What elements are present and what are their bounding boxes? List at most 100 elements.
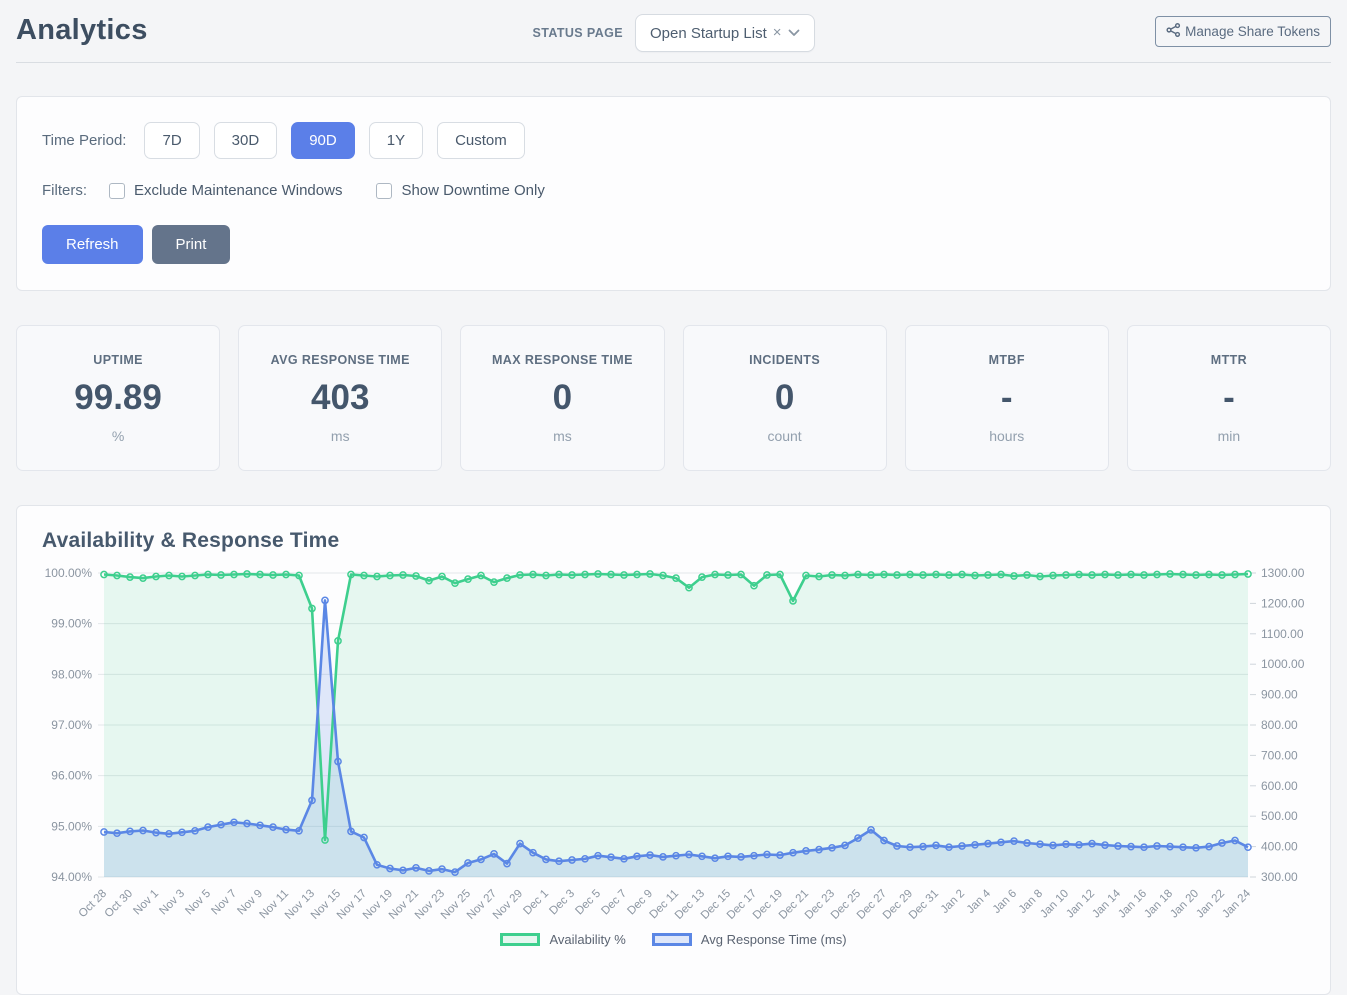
app-header: Analytics STATUS PAGE Open Startup List … — [16, 0, 1331, 63]
stat-value: 0 — [553, 378, 572, 418]
x-axis-label: Jan 24 — [1220, 887, 1253, 920]
time-period-label: Time Period: — [42, 132, 126, 149]
status-page-selected-value: Open Startup List — [650, 25, 767, 42]
x-axis-label: Dec 7 — [599, 888, 629, 918]
right-axis-tick-label: 900.00 — [1261, 688, 1298, 702]
stat-card-mttr: MTTR-min — [1127, 325, 1331, 471]
x-axis-label: Dec 1 — [521, 888, 551, 918]
checkbox[interactable] — [109, 183, 125, 199]
right-axis-tick-label: 1100.00 — [1261, 627, 1304, 641]
x-axis-label: Nov 29 — [491, 888, 525, 922]
filter-checkbox-group-1[interactable]: Show Downtime Only — [376, 182, 544, 199]
time-period-button-1y[interactable]: 1Y — [369, 122, 423, 159]
chevron-down-icon[interactable] — [788, 24, 800, 42]
legend-label: Availability % — [549, 932, 625, 947]
legend-label: Avg Response Time (ms) — [701, 932, 847, 947]
left-axis-tick-label: 100.00% — [45, 566, 93, 580]
x-axis-label: Dec 3 — [547, 888, 577, 918]
filters-panel: Time Period: 7D 30D 90D 1Y Custom Filters: E… — [16, 96, 1331, 291]
stats-row: UPTIME99.89%AVG RESPONSE TIME403msMAX RE… — [16, 325, 1331, 471]
time-period-row: Time Period: 7D 30D 90D 1Y Custom — [42, 122, 1305, 159]
actions-row: Refresh Print — [42, 225, 1305, 264]
stat-card-max-response-time: MAX RESPONSE TIME 0 ms — [460, 325, 664, 471]
x-axis-label: Nov 5 — [183, 888, 213, 918]
stat-unit: min — [1218, 428, 1241, 444]
refresh-button[interactable]: Refresh — [42, 225, 143, 264]
right-axis-tick-label: 1200.00 — [1261, 596, 1305, 610]
x-axis-label: Jan 6 — [991, 888, 1019, 916]
x-axis-label: Jan 16 — [1116, 888, 1149, 921]
x-axis-label: Dec 31 — [907, 888, 941, 922]
stat-card-avg-response-time: AVG RESPONSE TIME 403 ms — [238, 325, 442, 471]
x-axis-label: Nov 7 — [209, 888, 239, 918]
right-axis-tick-label: 300.00 — [1261, 870, 1298, 884]
stat-label: MTTR — [1211, 353, 1247, 367]
legend-item-response-time[interactable]: Avg Response Time (ms) — [652, 932, 847, 947]
print-button[interactable]: Print — [152, 225, 231, 264]
checkbox[interactable] — [376, 183, 392, 199]
stat-value: 0 — [775, 378, 794, 418]
stat-unit: ms — [331, 428, 350, 444]
left-axis-tick-label: 94.00% — [51, 870, 92, 884]
x-axis-label: Nov 3 — [157, 888, 187, 918]
stat-card-uptime: UPTIME 99.89% — [16, 325, 220, 471]
x-axis-label: Jan 12 — [1064, 888, 1097, 921]
legend-swatch — [652, 933, 692, 946]
status-page-label: STATUS PAGE — [533, 26, 624, 40]
stat-card-incidents: INCIDENTS 0 count — [683, 325, 887, 471]
time-period-button-30d[interactable]: 30D — [214, 122, 278, 159]
x-axis-label: Oct 28 — [77, 888, 109, 920]
stat-value: 99.89 — [74, 378, 162, 418]
x-axis-label: Jan 2 — [939, 888, 967, 916]
x-axis-label: Jan 18 — [1142, 888, 1175, 921]
chart-card: Availability & Response Time 100.00% 99.0… — [16, 505, 1331, 995]
left-axis-tick-label: 95.00% — [51, 819, 92, 833]
x-axis-label: Nov 1 — [131, 888, 161, 918]
time-period-button-7d[interactable]: 7D — [144, 122, 199, 159]
time-period-button-90d[interactable]: 90D — [291, 122, 355, 159]
right-axis-tick-label: 1000.00 — [1261, 657, 1305, 671]
stat-value: 403 — [311, 378, 369, 418]
clear-selection-icon[interactable]: × — [773, 28, 782, 38]
page-title: Analytics — [16, 10, 533, 47]
x-axis-label: Dec 5 — [573, 888, 603, 918]
stat-unit: ms — [553, 428, 572, 444]
stat-label: UPTIME — [93, 353, 143, 367]
x-axis-label: Jan 10 — [1038, 888, 1071, 921]
status-page-select[interactable]: Open Startup List × — [635, 14, 815, 52]
checkbox-label: Show Downtime Only — [401, 182, 544, 199]
stat-unit: count — [767, 428, 801, 444]
stat-label: INCIDENTS — [749, 353, 820, 367]
x-axis-label: Jan 20 — [1168, 888, 1201, 921]
chart-legend: Availability % Avg Response Time (ms) — [42, 932, 1305, 947]
x-axis-label: Jan 22 — [1194, 888, 1227, 921]
stat-unit: hours — [989, 428, 1024, 444]
chart-title: Availability & Response Time — [42, 529, 1305, 553]
chart-area: 100.00% 99.00% 98.00% 97.00% 96.00% 95.00% 94.… — [42, 561, 1305, 928]
checkbox-label: Exclude Maintenance Windows — [134, 182, 342, 199]
share-icon — [1166, 23, 1181, 40]
manage-share-tokens-button[interactable]: Manage Share Tokens — [1155, 16, 1331, 47]
x-axis-label: Oct 30 — [103, 888, 135, 920]
stat-label: MTBF — [989, 353, 1025, 367]
right-axis-tick-label: 800.00 — [1261, 718, 1298, 732]
right-axis-tick-label: 400.00 — [1261, 840, 1298, 854]
stat-value: - — [1001, 378, 1013, 418]
filters-row: Filters: Exclude Maintenance Windows Show… — [42, 182, 1305, 199]
stat-label: AVG RESPONSE TIME — [271, 353, 410, 367]
left-axis-tick-label: 96.00% — [51, 769, 92, 783]
stat-card-mtbf: MTBF - hours — [905, 325, 1109, 471]
left-axis-tick-label: 97.00% — [51, 718, 92, 732]
stat-label: MAX RESPONSE TIME — [492, 353, 633, 367]
filters-label: Filters: — [42, 182, 87, 199]
filter-checkbox-group-0[interactable]: Exclude Maintenance Windows — [109, 182, 342, 199]
availability-response-chart: 100.00% 99.00% 98.00% 97.00% 96.00% 95.00% 94.… — [42, 561, 1307, 923]
left-axis-tick-label: 99.00% — [51, 617, 92, 631]
right-axis-tick-label: 1300.00 — [1261, 566, 1305, 580]
legend-item-availability[interactable]: Availability % — [500, 932, 625, 947]
left-axis-tick-label: 98.00% — [51, 667, 92, 681]
x-axis-label: Jan 4 — [965, 887, 994, 916]
time-period-button-custom[interactable]: Custom — [437, 122, 525, 159]
stat-unit: % — [112, 428, 124, 444]
right-axis-tick-label: 700.00 — [1261, 748, 1298, 762]
